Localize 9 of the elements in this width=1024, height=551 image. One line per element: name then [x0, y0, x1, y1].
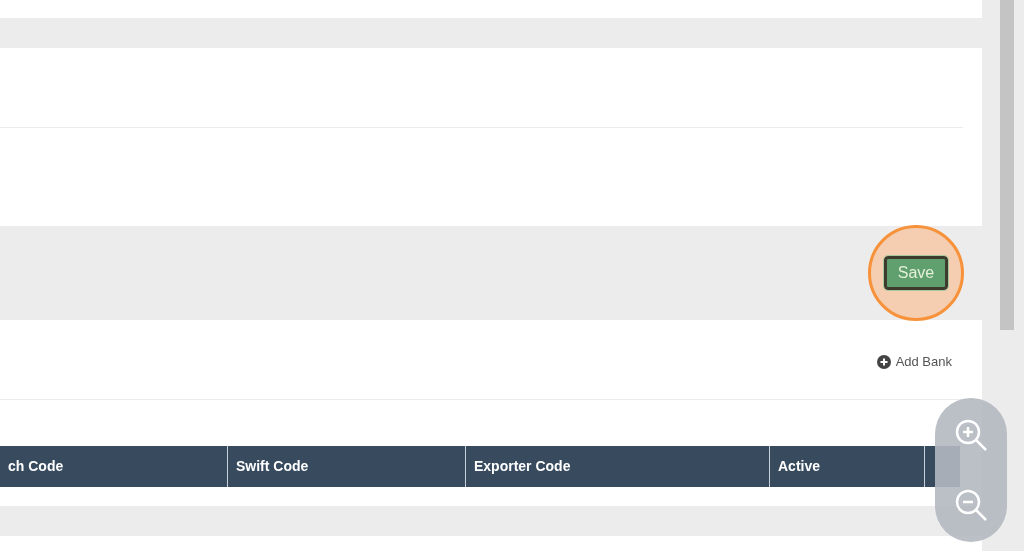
- column-header: Exporter Code: [466, 446, 770, 487]
- zoom-out-icon[interactable]: [954, 488, 988, 522]
- zoom-in-icon[interactable]: [954, 418, 988, 452]
- scrollbar-thumb[interactable]: [1000, 0, 1014, 330]
- column-header: Swift Code: [228, 446, 466, 487]
- add-bank-link[interactable]: Add Bank: [876, 352, 952, 372]
- plus-circle-icon: [876, 354, 891, 369]
- column-header: Active: [770, 446, 925, 487]
- column-header: ch Code: [0, 446, 228, 487]
